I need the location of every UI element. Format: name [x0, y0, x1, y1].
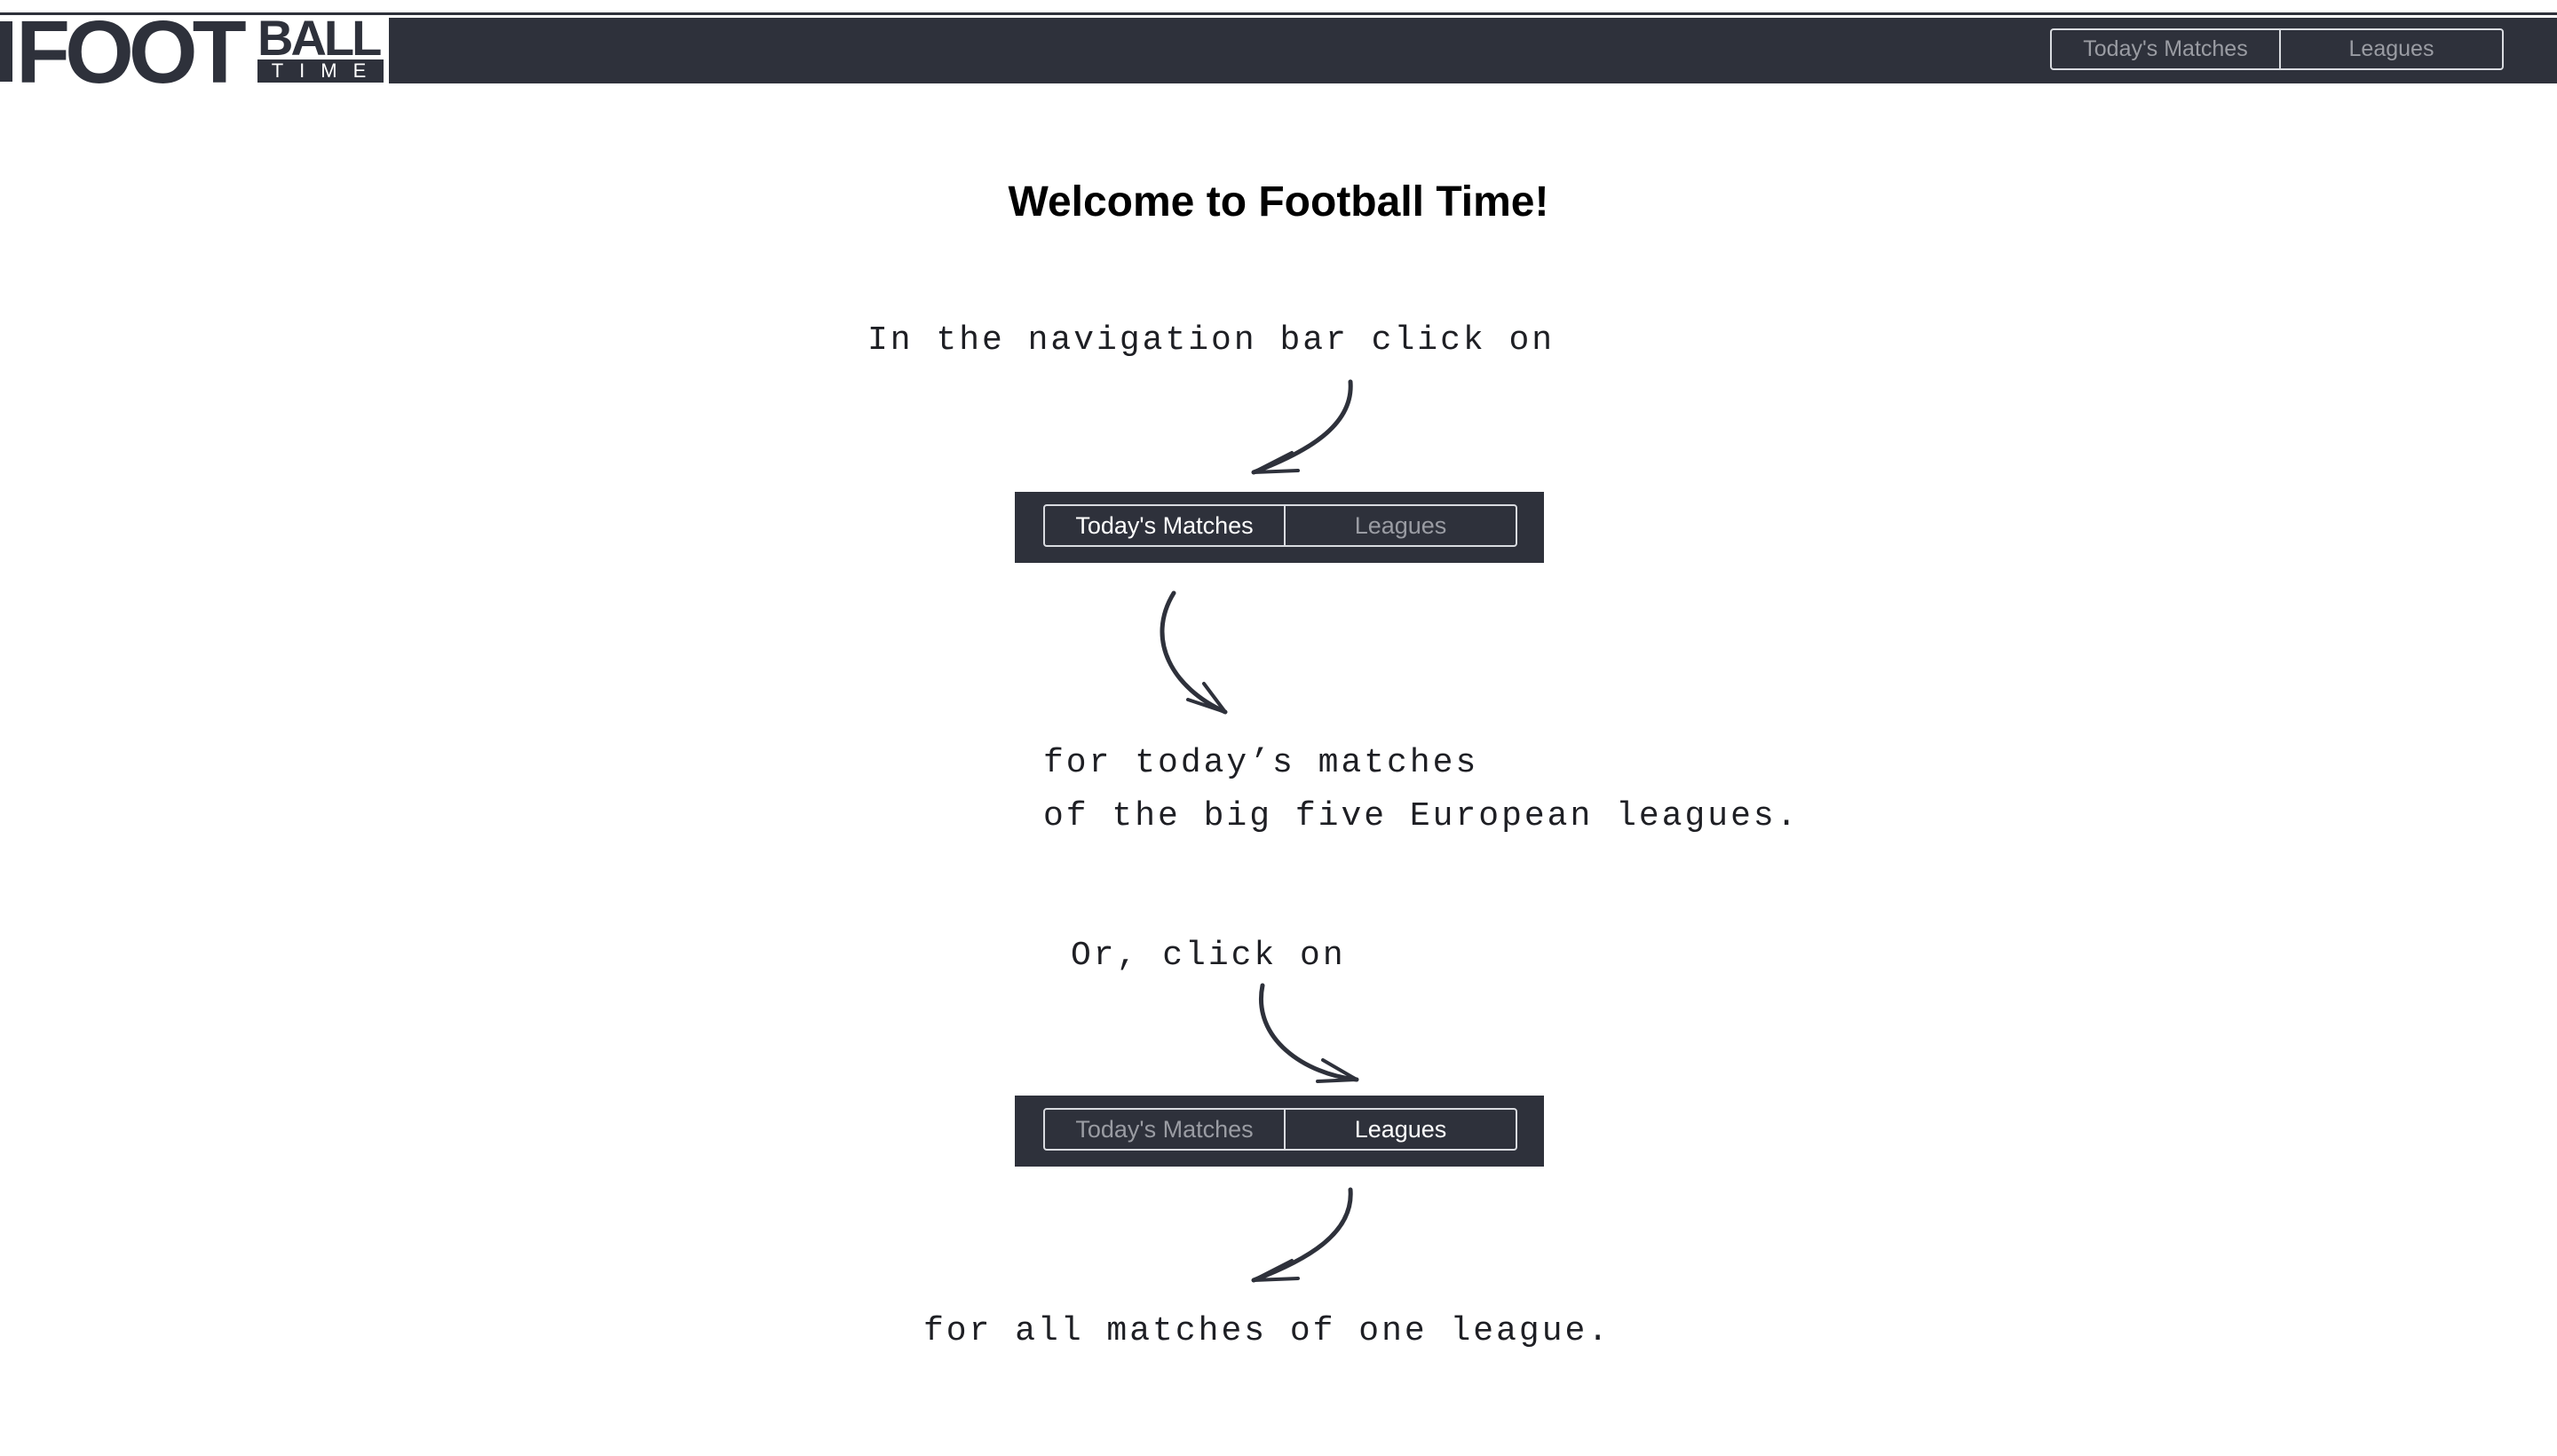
- demo-leagues-button: Leagues: [1284, 1110, 1516, 1149]
- instruction-line-5: for all matches of one league.: [923, 1312, 1611, 1350]
- demo-leagues-button: Leagues: [1284, 506, 1516, 545]
- main-nav: Today's Matches Leagues: [2050, 28, 2504, 70]
- curved-arrow-icon: [1251, 1187, 1353, 1283]
- nav-leagues-button[interactable]: Leagues: [2279, 30, 2502, 68]
- demo-nav-group: Today's Matches Leagues: [1043, 1108, 1517, 1151]
- logo-time-text: TIME: [257, 59, 384, 83]
- demo-navbar-todays: Today's Matches Leagues: [1015, 492, 1544, 563]
- demo-navbar-leagues: Today's Matches Leagues: [1015, 1096, 1544, 1167]
- logo-foot-text: FOOT: [16, 3, 247, 102]
- demo-todays-matches-button: Today's Matches: [1075, 1115, 1254, 1143]
- logo[interactable]: FOOT BALL TIME: [0, 8, 389, 97]
- page-title: Welcome to Football Time!: [1008, 178, 1549, 226]
- curved-arrow-icon: [1251, 379, 1353, 475]
- demo-nav-group: Today's Matches Leagues: [1043, 504, 1517, 547]
- curved-arrow-icon: [1259, 983, 1359, 1083]
- instruction-line-1: In the navigation bar click on: [867, 321, 1556, 360]
- logo-bar: [0, 21, 12, 82]
- logo-ball-text: BALL: [257, 10, 382, 66]
- instruction-line-3: of the big five European leagues.: [1043, 797, 1800, 835]
- demo-todays-matches-button: Today's Matches: [1075, 511, 1254, 539]
- top-border: [0, 0, 2557, 15]
- nav-todays-matches-button[interactable]: Today's Matches: [2052, 30, 2279, 68]
- instruction-line-4: Or, click on: [1071, 937, 1346, 975]
- curved-arrow-icon: [1160, 590, 1228, 715]
- instruction-line-2: for today’s matches: [1043, 744, 1479, 782]
